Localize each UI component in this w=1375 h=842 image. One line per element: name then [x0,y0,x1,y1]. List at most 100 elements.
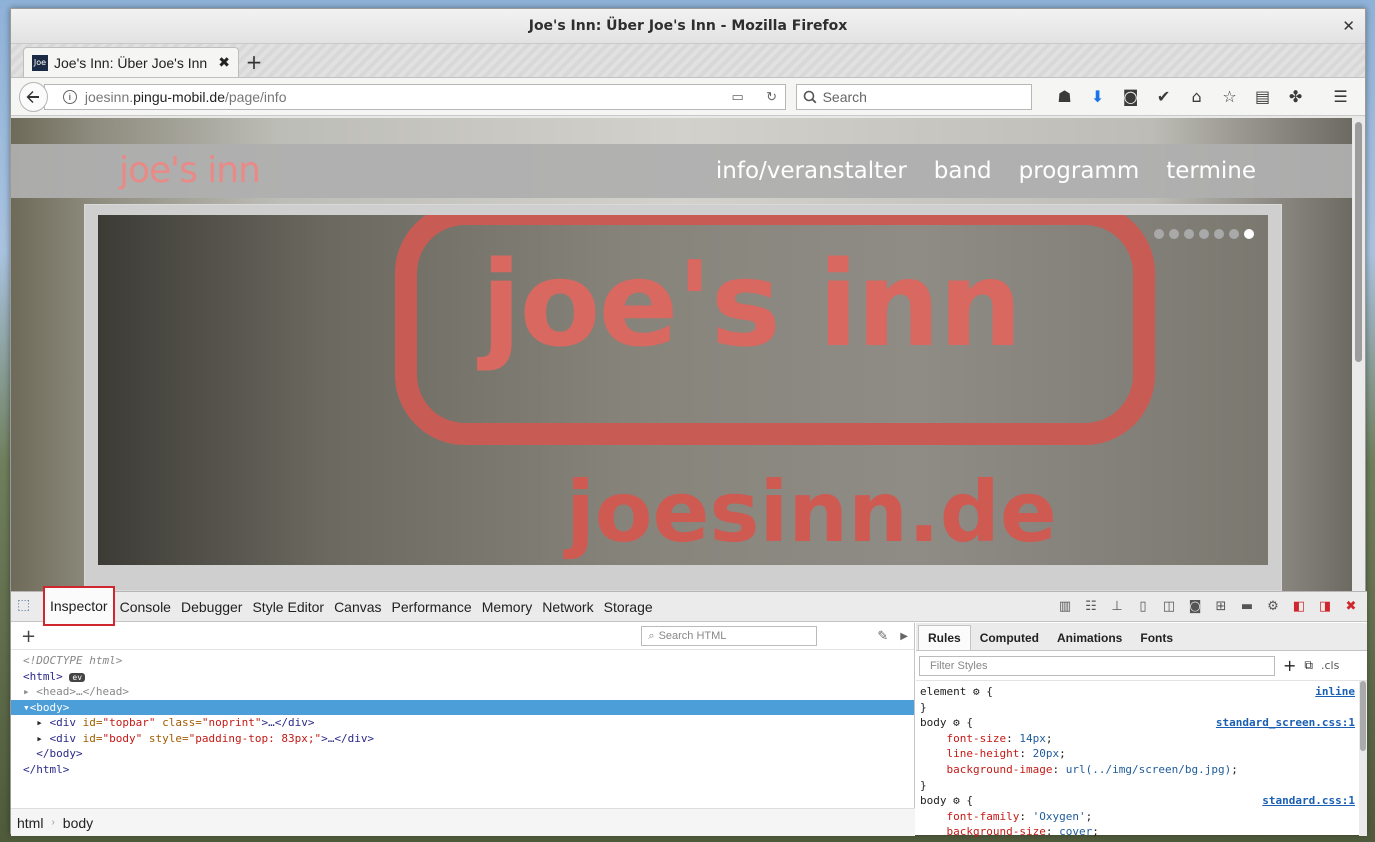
element-picker-icon[interactable]: ⬚ [17,597,37,617]
nav-termine[interactable]: termine [1166,158,1256,184]
topbar-div-node[interactable]: ▸ <div id="topbar" class="noprint">…</di… [11,715,914,731]
responsive-design-icon[interactable]: ◫ [1157,595,1181,619]
body-node[interactable]: ▾<body> [11,699,914,715]
cls-toggle[interactable]: .cls [1321,659,1339,672]
slider-dot[interactable] [1199,229,1209,239]
site-logo[interactable]: joe's inn [119,150,261,191]
event-badge[interactable]: ev [69,672,86,682]
screenshot-icon[interactable]: ◙ [1114,83,1147,111]
rule-source[interactable]: standard_screen.css:1 [1216,715,1355,731]
page-scrollbar[interactable] [1352,118,1365,591]
bookmark-star-icon[interactable]: ☆ [1213,83,1246,111]
site-info-icon[interactable]: i [62,89,77,104]
body-close-node[interactable]: </body> [11,746,914,762]
tab-rules[interactable]: Rules [918,625,971,650]
slider-dot[interactable] [1229,229,1239,239]
tab-debugger[interactable]: Debugger [176,592,248,622]
property-value: 20px [1032,747,1060,761]
breadcrumb-html[interactable]: html [15,815,45,831]
hamburger-menu-icon[interactable]: ☰ [1324,83,1357,111]
rules-list: element ⚙ {inline } body ⚙ {standard_scr… [916,681,1367,842]
settings-gear-icon[interactable]: ⚙ [1261,595,1285,619]
tab-performance[interactable]: Performance [387,592,477,622]
rule-property[interactable]: background-size: cover; [920,824,1363,840]
tab-inspector[interactable]: Inspector [43,585,115,626]
tab-style-editor[interactable]: Style Editor [247,592,329,622]
rules-scroll-thumb[interactable] [1360,681,1366,751]
devtools-right-icons: ▥ ☷ ⊥ ▯ ◫ ◙ ⊞ ▬ ⚙ ◧ ◨ ✖ [1053,595,1367,619]
scratchpad-icon[interactable]: ▯ [1131,595,1155,619]
search-html-placeholder: Search HTML [658,630,727,642]
tab-memory[interactable]: Memory [477,592,538,622]
new-tab-button[interactable]: + [239,47,269,77]
bookmarks-list-icon[interactable]: ▤ [1246,83,1279,111]
rules-scrollbar[interactable] [1359,681,1367,836]
url-text[interactable]: joesinn.pingu-mobil.de/page/info [85,89,717,105]
toggle-sidebar-icon[interactable]: ▶ [900,631,908,642]
reader-view-icon[interactable]: ▭ [725,89,751,105]
account-icon[interactable]: ☗ [1048,83,1081,111]
split-console-icon[interactable]: ☷ [1079,595,1103,619]
back-button[interactable] [19,81,48,112]
eyedropper-icon[interactable]: ✎ [877,629,888,644]
breadcrumb-body[interactable]: body [61,815,95,831]
add-rule-icon[interactable]: + [1283,656,1296,675]
tab-console[interactable]: Console [115,592,176,622]
page-scroll-thumb[interactable] [1355,122,1362,362]
nav-band[interactable]: band [934,158,992,184]
body-div-node[interactable]: ▸ <div id="body" style="padding-top: 83p… [11,731,914,747]
screenshot-node-icon[interactable]: ◙ [1183,595,1207,619]
filter-placeholder: Filter Styles [930,659,988,672]
tab-storage[interactable]: Storage [599,592,658,622]
slider-dot[interactable] [1214,229,1224,239]
search-html-icon: ⌕ [648,629,655,642]
rule-property[interactable]: font-size: 14px; [920,731,1363,747]
add-node-button[interactable]: + [21,626,36,647]
extension-icon[interactable]: ✤ [1279,83,1312,111]
close-window-icon[interactable]: ✕ [1342,17,1355,35]
reload-icon[interactable]: ↻ [759,89,785,105]
html-close-node[interactable]: </html> [11,762,914,778]
pocket-icon[interactable]: ✔ [1147,83,1180,111]
rule-property[interactable]: line-height: 20px; [920,746,1363,762]
search-html-input[interactable]: ⌕ Search HTML [641,626,818,646]
nav-programm[interactable]: programm [1019,158,1140,184]
doctype-node[interactable]: <!DOCTYPE html> [11,653,914,669]
tab-close-icon[interactable]: ✖ [218,55,230,71]
head-node[interactable]: ▸ <head>…</head> [11,684,914,700]
slider-dot[interactable] [1184,229,1194,239]
home-icon[interactable]: ⌂ [1180,83,1213,111]
url-bar[interactable]: i joesinn.pingu-mobil.de/page/info ▭ ↻ [43,83,786,110]
filter-styles-input[interactable]: Filter Styles [919,655,1275,676]
html-node[interactable]: <html> ev [11,669,914,685]
dock-window-icon[interactable]: ◨ [1313,595,1337,619]
property-name: background-image [946,762,1053,776]
close-devtools-icon[interactable]: ✖ [1339,595,1363,619]
rule-source[interactable]: standard.css:1 [1262,793,1355,809]
toolbar-icons: ☗ ⬇ ◙ ✔ ⌂ ☆ ▤ ✤ ☰ [1048,83,1357,111]
rule-property[interactable]: background-image: url(../img/screen/bg.j… [920,762,1363,778]
tab-fonts[interactable]: Fonts [1131,626,1182,650]
slider-dot[interactable] [1244,229,1254,239]
rule-property[interactable]: font-family: 'Oxygen'; [920,809,1363,825]
pseudo-class-icon[interactable]: ⧉ [1304,658,1313,673]
slider-dot[interactable] [1169,229,1179,239]
tab-network[interactable]: Network [537,592,598,622]
rule-source[interactable]: inline [1315,684,1355,700]
tab-canvas[interactable]: Canvas [329,592,386,622]
frame-select-icon[interactable]: ▥ [1053,595,1077,619]
download-icon[interactable]: ⬇ [1081,83,1114,111]
search-input[interactable]: Search [795,83,1033,110]
slider-dot[interactable] [1154,229,1164,239]
measure-icon[interactable]: ▬ [1235,595,1259,619]
div2-val1: "body" [102,731,143,745]
nav-info-veranstalter[interactable]: info/veranstalter [716,158,907,184]
tab-animations[interactable]: Animations [1048,626,1131,650]
browser-tab[interactable]: Joe Joe's Inn: Über Joe's Inn ✖ [23,47,239,77]
paint-flashing-icon[interactable]: ⊥ [1105,595,1129,619]
breadcrumb-separator-icon: › [51,817,55,828]
tab-computed[interactable]: Computed [971,626,1048,650]
dock-bottom-icon[interactable]: ◧ [1287,595,1311,619]
rulers-icon[interactable]: ⊞ [1209,595,1233,619]
page-viewport: joe's inn info/veranstalter band program… [11,118,1354,591]
